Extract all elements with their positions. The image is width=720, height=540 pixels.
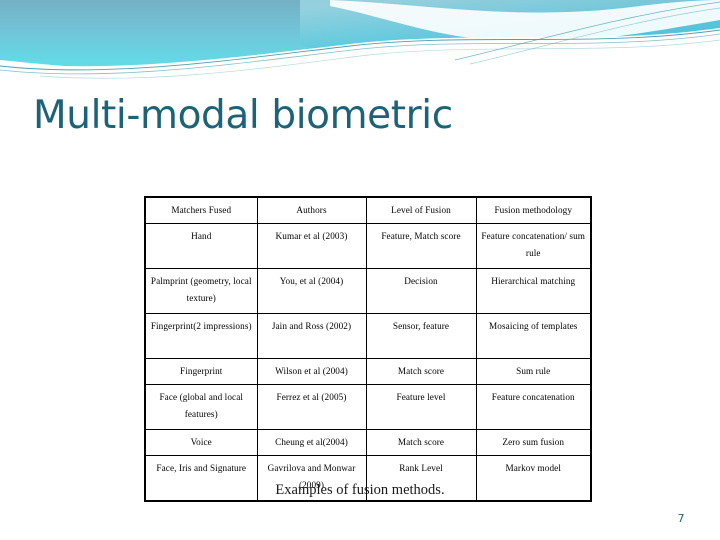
cell-authors: Ferrez et al (2005) (256, 384, 367, 430)
column-header-matchers-fused: Matchers Fused (144, 196, 258, 224)
cell-level: Match score (365, 358, 477, 385)
cell-level: Feature level (365, 384, 477, 430)
cell-matchers: Voice (144, 429, 258, 456)
cell-matchers: Fingerprint(2 impressions) (144, 313, 258, 359)
cell-matchers: Hand (144, 223, 258, 269)
table-row: Voice Cheung et al(2004) Match score Zer… (144, 429, 592, 456)
table-header-row: Matchers Fused Authors Level of Fusion F… (144, 196, 592, 224)
slide-page-number: 7 (677, 512, 685, 525)
cell-methodology: Hierarchical matching (475, 268, 592, 314)
cell-authors: You, et al (2004) (256, 268, 367, 314)
cell-authors: Wilson et al (2004) (256, 358, 367, 385)
column-header-authors: Authors (256, 196, 367, 224)
fusion-methods-table: Matchers Fused Authors Level of Fusion F… (144, 196, 592, 502)
cell-matchers: Palmprint (geometry, local texture) (144, 268, 258, 314)
table-caption: Examples of fusion methods. (275, 482, 445, 498)
fusion-methods-table-container: Matchers Fused Authors Level of Fusion F… (144, 196, 592, 502)
cell-level: Sensor, feature (365, 313, 477, 359)
table-row: Fingerprint(2 impressions) Jain and Ross… (144, 313, 592, 359)
cell-authors: Cheung et al(2004) (256, 429, 367, 456)
table-row: Fingerprint Wilson et al (2004) Match sc… (144, 358, 592, 385)
cell-methodology: Mosaicing of templates (475, 313, 592, 359)
table-row: Face (global and local features) Ferrez … (144, 384, 592, 430)
cell-level: Decision (365, 268, 477, 314)
cell-authors: Kumar et al (2003) (256, 223, 367, 269)
slide-header-decoration (0, 0, 720, 86)
column-header-level-of-fusion: Level of Fusion (365, 196, 477, 224)
cell-methodology: Zero sum fusion (475, 429, 592, 456)
cell-matchers: Face (global and local features) (144, 384, 258, 430)
column-header-fusion-methodology: Fusion methodology (475, 196, 592, 224)
cell-methodology: Feature concatenation (475, 384, 592, 430)
cell-matchers: Fingerprint (144, 358, 258, 385)
cell-level: Feature, Match score (365, 223, 477, 269)
cell-authors: Jain and Ross (2002) (256, 313, 367, 359)
page-title: Multi-modal biometric (33, 93, 453, 138)
cell-methodology: Sum rule (475, 358, 592, 385)
table-row: Hand Kumar et al (2003) Feature, Match s… (144, 223, 592, 269)
table-row: Palmprint (geometry, local texture) You,… (144, 268, 592, 314)
cell-methodology: Feature concatenation/ sum rule (475, 223, 592, 269)
cell-level: Match score (365, 429, 477, 456)
